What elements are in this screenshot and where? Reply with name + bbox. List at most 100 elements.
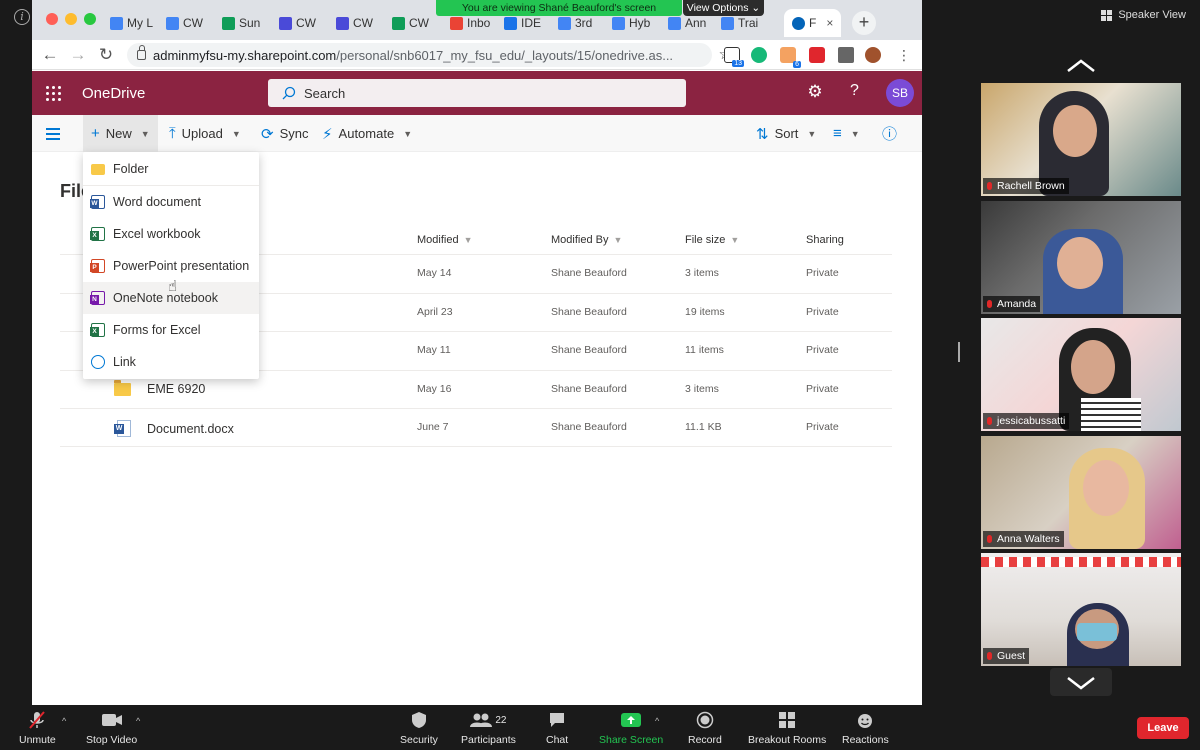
app-launcher-icon[interactable] (46, 86, 61, 101)
stop-video-button[interactable]: Stop Video (86, 710, 137, 746)
tab-label: 3rd (575, 16, 593, 30)
upload-arrow-icon: ⤒ (169, 125, 176, 142)
video-tile[interactable]: Amanda (981, 201, 1181, 314)
forward-arrow-icon[interactable]: → (68, 45, 88, 65)
upload-button[interactable]: ⤒ Upload ▼ (169, 115, 241, 152)
modified-cell: June 7 (417, 421, 449, 433)
new-button[interactable]: + New ▼ (83, 115, 158, 152)
app-title[interactable]: OneDrive (82, 85, 145, 102)
participants-button[interactable]: 22 Participants (461, 710, 516, 746)
profile-avatar[interactable] (865, 47, 881, 63)
modified-by-cell: Shane Beauford (551, 306, 627, 318)
column-header-modified-by[interactable]: Modified By ▼ (551, 234, 622, 246)
menu-item-word-document[interactable]: W Word document (83, 186, 259, 218)
tab-label: Hyb (629, 16, 651, 30)
participant-face (1083, 460, 1129, 516)
hamburger-menu-icon[interactable] (46, 128, 60, 143)
menu-item-label: Forms for Excel (113, 323, 201, 337)
menu-item-folder[interactable]: Folder (83, 153, 259, 185)
browser-tab[interactable]: CW (388, 9, 429, 37)
video-tile[interactable]: Anna Walters (981, 436, 1181, 549)
bulletin-border (981, 557, 1181, 567)
search-box[interactable]: Search (268, 79, 686, 107)
meeting-info-icon[interactable]: i (14, 9, 30, 25)
url-bar[interactable]: adminmyfsu-my.sharepoint.com/personal/sn… (127, 43, 732, 67)
sharing-cell: Private (806, 344, 839, 356)
window-minimize-icon[interactable] (65, 13, 77, 25)
info-pane-button[interactable]: ⓘ (882, 115, 897, 152)
gallery-scroll-down-button[interactable] (1050, 668, 1112, 696)
window-zoom-icon[interactable] (84, 13, 96, 25)
leave-meeting-button[interactable]: Leave (1137, 717, 1189, 739)
browser-tab[interactable]: CW (275, 9, 316, 37)
reactions-button[interactable]: Reactions (842, 710, 889, 746)
browser-tab[interactable]: CW (162, 9, 203, 37)
help-icon[interactable]: ? (850, 82, 859, 100)
sync-button[interactable]: ⟳ Sync (261, 115, 308, 152)
breakout-rooms-button[interactable]: Breakout Rooms (748, 710, 826, 746)
settings-gear-icon[interactable]: ⚙ (806, 83, 824, 101)
file-name-cell[interactable]: Document.docx (114, 420, 234, 437)
column-label: Sharing (806, 234, 844, 246)
user-avatar[interactable]: SB (886, 79, 914, 107)
close-icon[interactable]: × (826, 16, 833, 30)
modified-cell: May 14 (417, 267, 452, 279)
browser-tab[interactable]: My L (106, 9, 153, 37)
security-button[interactable]: Security (400, 710, 438, 746)
reload-icon[interactable]: ↻ (96, 45, 116, 65)
gallery-scroll-up-icon[interactable] (1066, 58, 1096, 74)
menu-item-label: Word document (113, 195, 202, 209)
share-options-caret-icon[interactable]: ^ (655, 716, 659, 726)
video-options-caret-icon[interactable]: ^ (136, 716, 140, 726)
back-arrow-icon[interactable]: ← (40, 45, 60, 65)
record-label: Record (688, 734, 722, 746)
view-options-button[interactable]: ≡ ▼ (833, 115, 860, 152)
new-tab-button[interactable]: + (852, 11, 876, 35)
column-header-file-size[interactable]: File size ▼ (685, 234, 739, 246)
participant-face (1071, 340, 1115, 394)
info-icon: ⓘ (882, 126, 898, 143)
browser-tab[interactable]: Sun (218, 9, 260, 37)
column-header-modified[interactable]: Modified ▼ (417, 234, 473, 246)
menu-item-forms-for-excel[interactable]: X Forms for Excel (83, 314, 259, 346)
browser-tab-active[interactable]: F × (784, 9, 842, 37)
extension-calendar-icon[interactable]: 13 (724, 47, 744, 67)
chat-bubble-icon (548, 710, 566, 730)
column-header-sharing[interactable]: Sharing (806, 234, 844, 246)
record-button[interactable]: Record (688, 710, 722, 746)
automate-button[interactable]: ⚡ Automate ▼ (322, 115, 412, 152)
google-drive-icon (558, 16, 571, 30)
modified-cell: May 11 (417, 344, 451, 356)
grammarly-icon[interactable] (751, 47, 767, 63)
audio-options-caret-icon[interactable]: ^ (62, 716, 66, 726)
participant-face (1057, 237, 1103, 289)
sort-button[interactable]: ⇅ Sort ▼ (756, 115, 816, 152)
menu-item-excel-workbook[interactable]: X Excel workbook (83, 218, 259, 250)
unmute-button[interactable]: Unmute (19, 710, 56, 746)
sharing-cell: Private (806, 421, 839, 433)
speaker-view-button[interactable]: Speaker View (1101, 9, 1186, 21)
muted-microphone-icon (27, 710, 47, 730)
smiley-icon (856, 710, 874, 730)
view-options-button[interactable]: View Options ⌄ (683, 0, 764, 16)
video-tile[interactable]: Rachell Brown (981, 83, 1181, 196)
video-tile[interactable]: jessicabussatti (981, 318, 1181, 431)
unmute-label: Unmute (19, 734, 56, 746)
browser-tab[interactable]: CW (332, 9, 373, 37)
extension-icon[interactable]: 6 (780, 47, 801, 68)
file-name[interactable]: Document.docx (147, 422, 234, 436)
file-name[interactable]: EME 6920 (147, 382, 205, 396)
automate-icon: ⚡ (322, 125, 333, 143)
menu-item-link[interactable]: Link (83, 346, 259, 378)
resize-handle[interactable] (958, 342, 960, 362)
tab-label: Ann (685, 16, 707, 30)
window-close-icon[interactable] (46, 13, 58, 25)
chat-button[interactable]: Chat (546, 710, 568, 746)
kebab-menu-icon[interactable]: ⋮ (896, 47, 912, 63)
file-name-cell[interactable]: EME 6920 (114, 379, 205, 396)
extension-red-icon[interactable] (809, 47, 825, 63)
video-tile[interactable]: Guest (981, 553, 1181, 666)
breakout-rooms-icon (778, 710, 796, 730)
puzzle-extensions-icon[interactable] (838, 47, 854, 63)
share-screen-button[interactable]: Share Screen (599, 710, 663, 746)
